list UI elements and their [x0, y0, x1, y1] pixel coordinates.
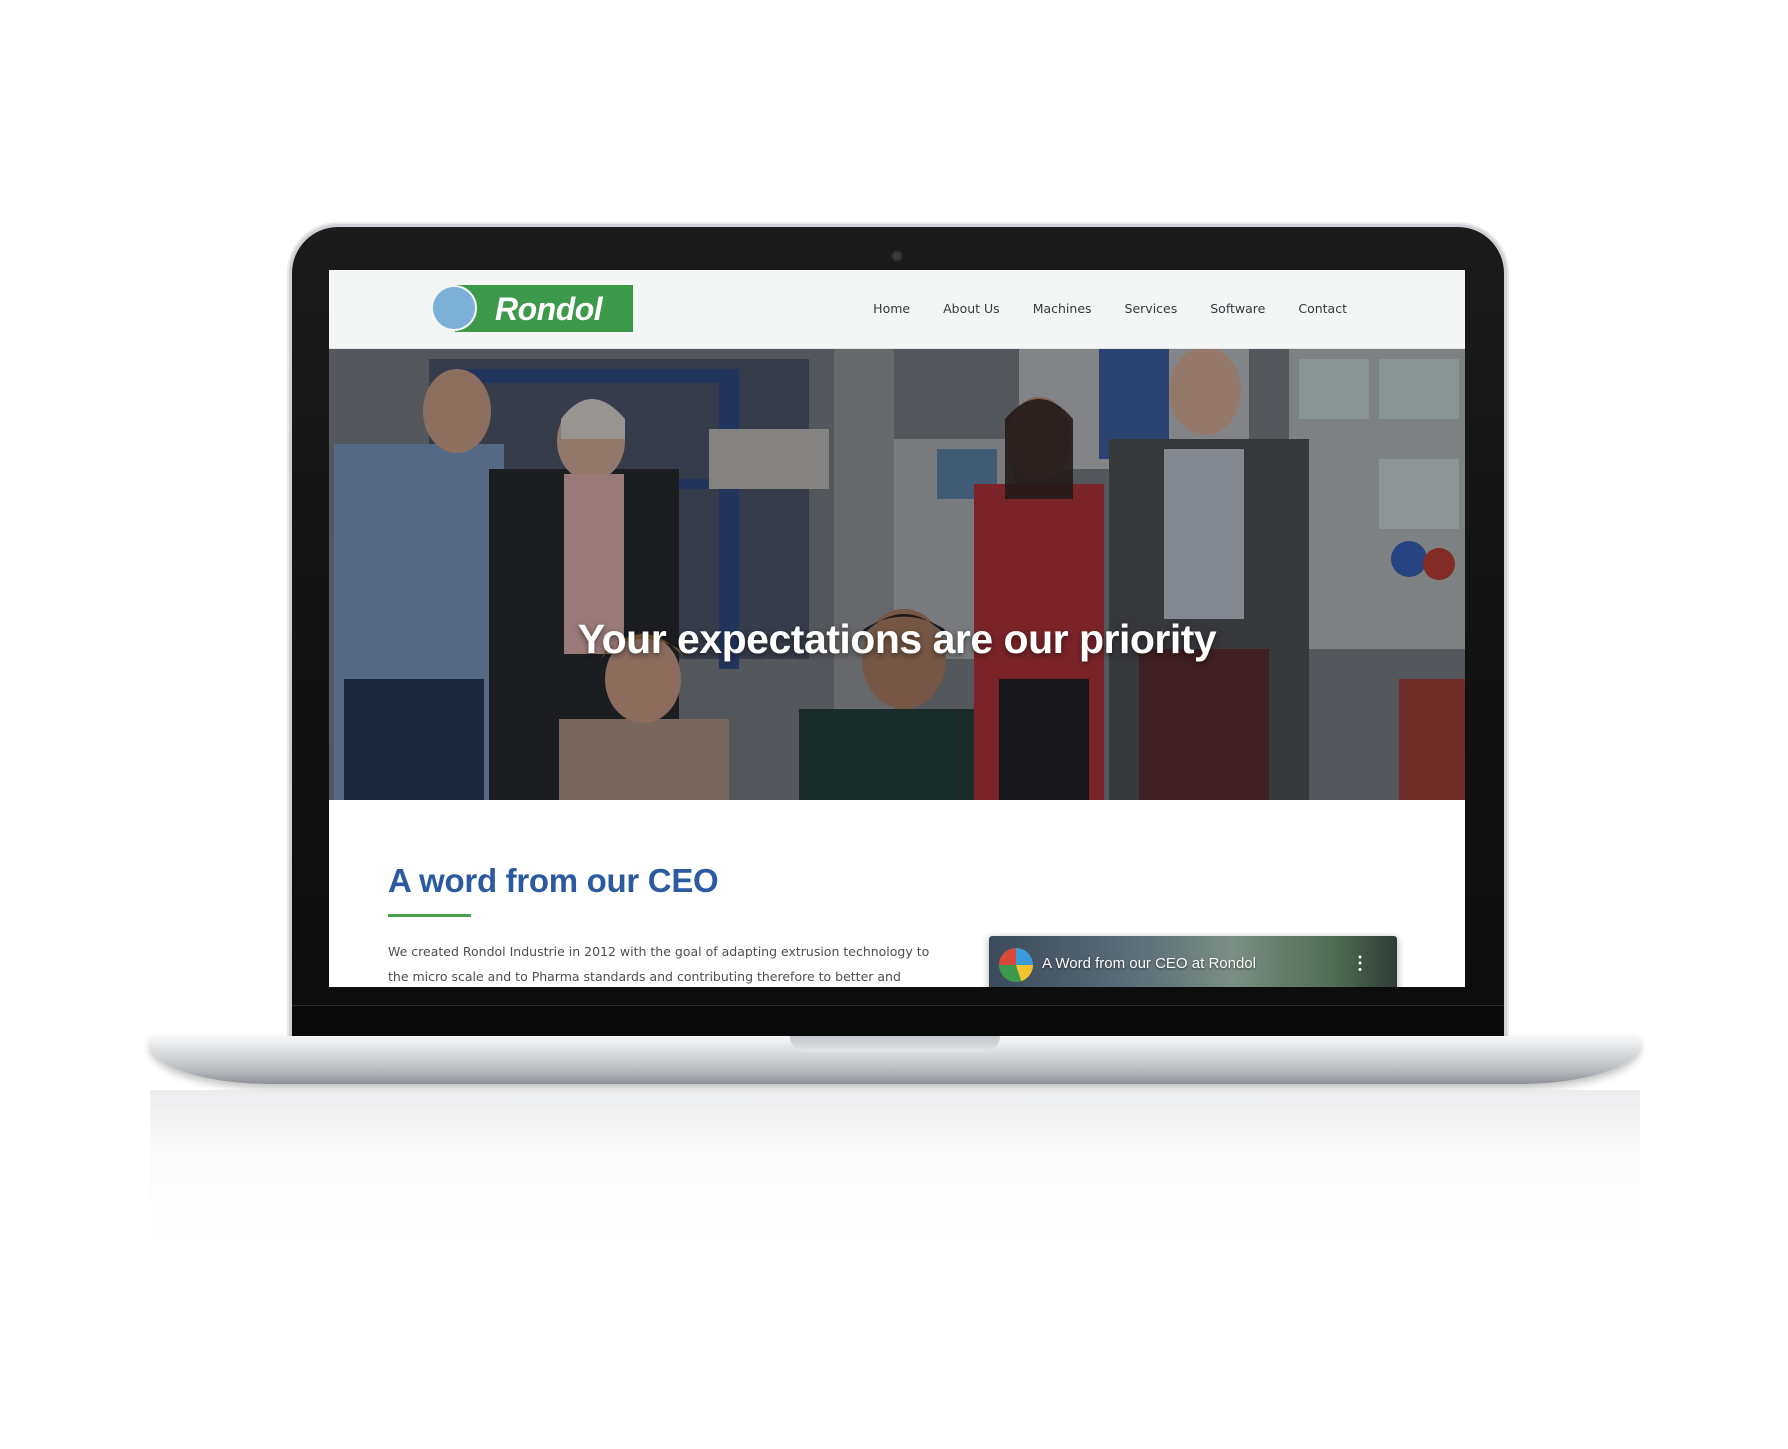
- laptop-reflection: [150, 1090, 1640, 1250]
- nav-contact[interactable]: Contact: [1298, 301, 1347, 316]
- main-nav: Home About Us Machines Services Software…: [873, 301, 1347, 316]
- laptop-lid-notch: [790, 1036, 1000, 1052]
- logo-circle-icon: [431, 285, 477, 331]
- laptop-bezel-bottom: [292, 1005, 1504, 1040]
- hero-title: Your expectations are our priority: [577, 616, 1217, 663]
- nav-about-us[interactable]: About Us: [943, 301, 1000, 316]
- ceo-section-title: A word from our CEO: [388, 862, 719, 899]
- nav-machines[interactable]: Machines: [1033, 301, 1092, 316]
- title-underline: [388, 914, 471, 917]
- webcam-icon: [891, 250, 903, 262]
- laptop-screen: Rondol Home About Us Machines Services S…: [329, 270, 1465, 987]
- rondol-logo[interactable]: Rondol: [431, 285, 633, 333]
- ceo-paragraph: We created Rondol Industrie in 2012 with…: [388, 944, 930, 984]
- nav-services[interactable]: Services: [1125, 301, 1178, 316]
- more-vertical-icon[interactable]: ⋮: [1351, 953, 1369, 974]
- youtube-video-embed[interactable]: A Word from our CEO at Rondol ⋮: [989, 936, 1397, 987]
- hero-banner: Your expectations are our priority: [329, 349, 1465, 800]
- site-header: Rondol Home About Us Machines Services S…: [329, 270, 1465, 349]
- logo-text: Rondol: [495, 291, 603, 327]
- nav-home[interactable]: Home: [873, 301, 910, 316]
- video-title[interactable]: A Word from our CEO at Rondol: [1042, 955, 1256, 972]
- nav-software[interactable]: Software: [1210, 301, 1265, 316]
- hero-overlay: [329, 349, 1465, 800]
- channel-avatar-icon[interactable]: [999, 948, 1033, 982]
